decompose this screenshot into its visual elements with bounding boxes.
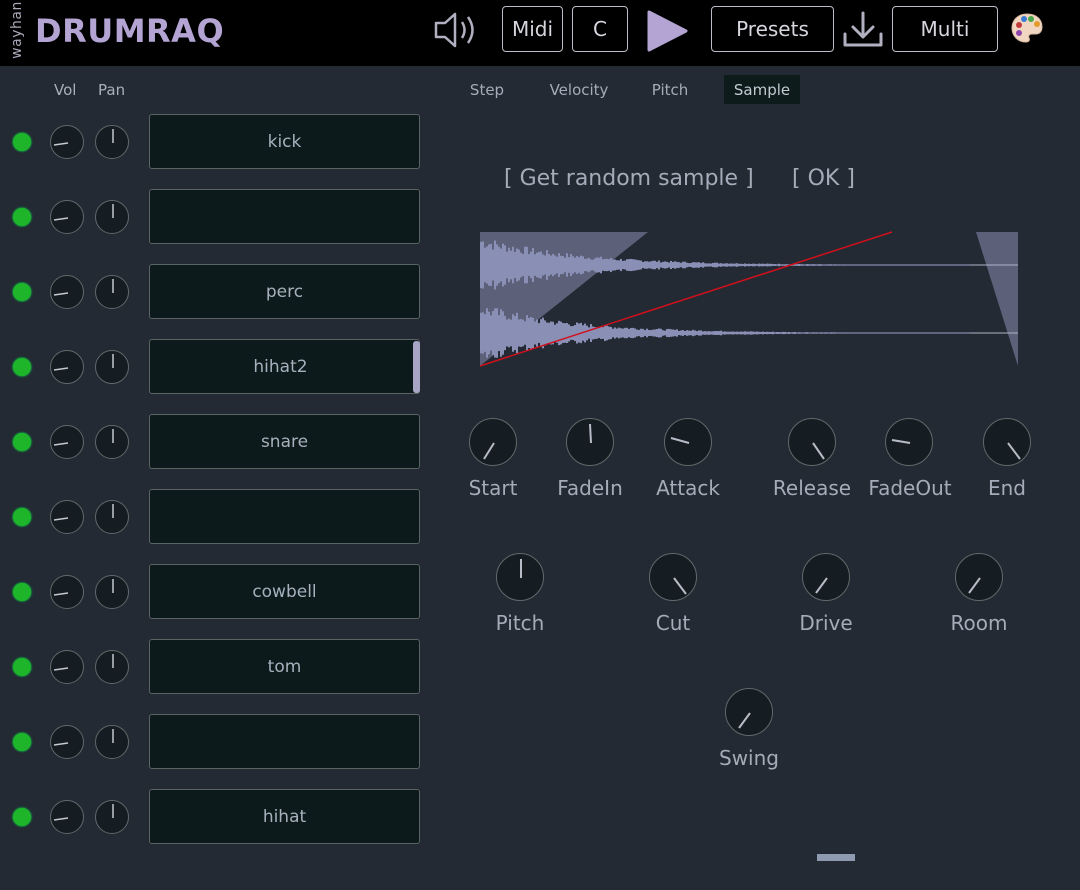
play-icon[interactable]	[644, 8, 690, 58]
fadein-label: FadeIn	[557, 476, 623, 500]
volume-knob[interactable]	[50, 725, 84, 759]
attack-label: Attack	[656, 476, 720, 500]
volume-knob[interactable]	[50, 200, 84, 234]
track-enable-led[interactable]	[13, 433, 31, 451]
track-row: cowbell	[0, 563, 430, 623]
volume-knob[interactable]	[50, 500, 84, 534]
track-sample-name[interactable]: kick	[149, 114, 420, 169]
midi-button[interactable]: Midi	[502, 6, 563, 52]
track-enable-led[interactable]	[13, 133, 31, 151]
track-enable-led[interactable]	[13, 733, 31, 751]
pan-knob[interactable]	[95, 275, 129, 309]
pan-knob[interactable]	[95, 425, 129, 459]
speaker-icon[interactable]	[432, 8, 484, 56]
track-sample-name[interactable]: hihat	[149, 789, 420, 844]
palette-icon[interactable]	[1010, 12, 1044, 48]
track-row: kick	[0, 113, 430, 173]
tab-velocity[interactable]: Velocity	[542, 75, 616, 104]
fadeout-label: FadeOut	[868, 476, 952, 500]
get-random-sample-button[interactable]: [ Get random sample ]	[504, 166, 754, 191]
pan-knob[interactable]	[95, 500, 129, 534]
track-sample-name[interactable]: perc	[149, 264, 420, 319]
volume-knob[interactable]	[50, 125, 84, 159]
track-row: hihat	[0, 788, 430, 848]
track-sample-name[interactable]	[149, 489, 420, 544]
track-enable-led[interactable]	[13, 658, 31, 676]
drive-knob[interactable]	[802, 553, 850, 601]
track-row: snare	[0, 413, 430, 473]
pan-knob[interactable]	[95, 650, 129, 684]
volume-knob[interactable]	[50, 350, 84, 384]
start-knob[interactable]	[469, 418, 517, 466]
room-knob[interactable]	[955, 553, 1003, 601]
app-title: DRUMRAQ	[35, 12, 225, 50]
track-sample-name[interactable]: tom	[149, 639, 420, 694]
volume-knob[interactable]	[50, 650, 84, 684]
tab-pitch[interactable]: Pitch	[644, 75, 696, 104]
waveform-display[interactable]	[480, 230, 1020, 370]
room-label: Room	[950, 611, 1008, 635]
volume-knob[interactable]	[50, 275, 84, 309]
key-button[interactable]: C	[572, 6, 628, 52]
track-row	[0, 713, 430, 773]
fade-out-region	[976, 232, 1018, 366]
track-enable-led[interactable]	[13, 583, 31, 601]
multi-button[interactable]: Multi	[892, 6, 998, 52]
presets-button[interactable]: Presets	[711, 6, 834, 52]
swing-label: Swing	[719, 746, 779, 770]
start-label: Start	[468, 476, 518, 500]
pan-knob[interactable]	[95, 725, 129, 759]
volume-knob[interactable]	[50, 425, 84, 459]
fadein-knob[interactable]	[566, 418, 614, 466]
track-row	[0, 488, 430, 548]
download-icon[interactable]	[842, 10, 884, 54]
track-enable-led[interactable]	[13, 508, 31, 526]
pitch-knob[interactable]	[496, 553, 544, 601]
minimize-handle[interactable]	[817, 854, 855, 861]
cut-knob[interactable]	[649, 553, 697, 601]
volume-knob[interactable]	[50, 800, 84, 834]
track-sample-name[interactable]	[149, 189, 420, 244]
pan-header: Pan	[98, 81, 126, 99]
cut-label: Cut	[655, 611, 691, 635]
track-scrollbar[interactable]	[413, 341, 420, 393]
track-sample-name[interactable]: snare	[149, 414, 420, 469]
tab-step[interactable]: Step	[462, 75, 512, 104]
end-knob[interactable]	[983, 418, 1031, 466]
vol-header: Vol	[54, 81, 77, 99]
release-label: Release	[772, 476, 852, 500]
track-enable-led[interactable]	[13, 208, 31, 226]
track-row	[0, 188, 430, 248]
pan-knob[interactable]	[95, 350, 129, 384]
pan-knob[interactable]	[95, 200, 129, 234]
fadeout-knob[interactable]	[885, 418, 933, 466]
tab-sample[interactable]: Sample	[724, 75, 800, 104]
track-sample-name[interactable]: hihat2	[149, 339, 420, 394]
attack-knob[interactable]	[664, 418, 712, 466]
release-knob[interactable]	[788, 418, 836, 466]
pitch-label: Pitch	[495, 611, 545, 635]
track-sample-name[interactable]	[149, 714, 420, 769]
pan-knob[interactable]	[95, 125, 129, 159]
track-enable-led[interactable]	[13, 808, 31, 826]
track-row: tom	[0, 638, 430, 698]
track-enable-led[interactable]	[13, 283, 31, 301]
swing-knob[interactable]	[725, 688, 773, 736]
maker-label: wayhan	[8, 1, 25, 59]
top-bar: wayhan DRUMRAQ Midi C Presets Multi	[0, 0, 1080, 66]
ok-button[interactable]: [ OK ]	[792, 166, 855, 191]
track-enable-led[interactable]	[13, 358, 31, 376]
end-label: End	[987, 476, 1026, 500]
pan-knob[interactable]	[95, 575, 129, 609]
drive-label: Drive	[799, 611, 853, 635]
track-row: hihat2	[0, 338, 430, 398]
track-row: perc	[0, 263, 430, 323]
pan-knob[interactable]	[95, 800, 129, 834]
volume-knob[interactable]	[50, 575, 84, 609]
track-sample-name[interactable]: cowbell	[149, 564, 420, 619]
